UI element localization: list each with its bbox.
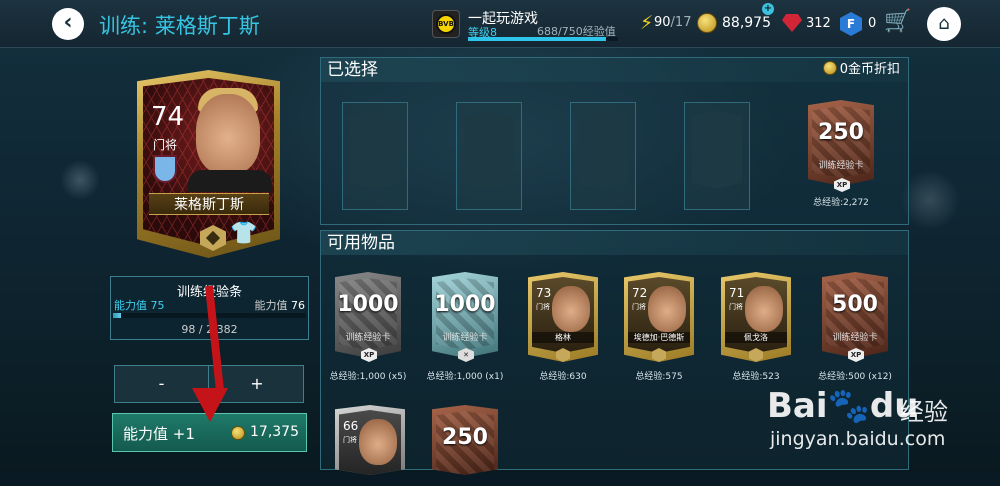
card-value: 500 [832, 292, 878, 317]
xp-card-item[interactable]: 1000 训练经验卡 [432, 272, 498, 358]
item-total-xp: 总经验:1,000 (x1) [426, 372, 504, 382]
empty-slot[interactable] [684, 102, 750, 210]
energy-current: 90 [654, 15, 671, 30]
player-face [648, 286, 686, 332]
player-shirt [188, 170, 272, 192]
card-rating: 73 [536, 286, 552, 300]
card-position: 门将 [729, 303, 743, 311]
coins-value: 88,975 [722, 15, 771, 31]
xp-bar [468, 37, 618, 41]
next-ability-value: 76 [291, 299, 305, 312]
discount-text: 0金币折扣 [839, 62, 900, 77]
next-ability-label: 能力值 [254, 299, 288, 312]
selected-title: 已选择 [327, 60, 378, 80]
player-portrait [196, 94, 260, 174]
card-value: 1000 [337, 292, 399, 317]
page-title: 训练: 莱格斯丁斯 [99, 14, 260, 38]
player-face [745, 286, 783, 332]
training-progress-fill [113, 313, 121, 318]
watermark-brand: Bai [767, 386, 828, 426]
player-face [552, 286, 590, 332]
annotation-arrow-head [192, 388, 228, 422]
points-value: 0 [868, 16, 877, 31]
card-name: 佩戈洛 [725, 332, 787, 343]
xp-card-item[interactable]: 500 训练经验卡 [822, 272, 888, 358]
empty-slot[interactable] [456, 102, 522, 210]
empty-slot[interactable] [342, 102, 408, 210]
player-name: 莱格斯丁斯 [149, 193, 269, 215]
item-total-xp: 总经验:575 [635, 372, 683, 382]
bvb-logo-icon: BVB [436, 14, 456, 34]
club-crest-icon [153, 155, 177, 183]
card-rating: 71 [729, 286, 745, 300]
kit-icon: 👕 [230, 221, 258, 246]
current-ability-value: 75 [150, 299, 165, 312]
watermark-logo: Bai🐾du [767, 386, 918, 426]
card-name: 格林 [532, 332, 594, 343]
selected-xp-card[interactable]: 250 训练经验卡 [808, 100, 874, 186]
xp-card-item[interactable]: 1000 训练经验卡 [335, 272, 401, 358]
add-coins-button[interactable]: + [762, 3, 774, 15]
item-total-xp: 总经验:1,000 (x5) [329, 372, 407, 382]
discount-label: 0金币折扣 [822, 61, 900, 79]
selected-header: 已选择 0金币折扣 [321, 58, 908, 82]
item-total-xp: 总经验:500 (x12) [818, 372, 892, 382]
watermark-url: jingyan.baidu.com [770, 428, 946, 450]
next-ability: 能力值 76 [255, 297, 306, 313]
gem-icon [782, 14, 802, 32]
card-value: 250 [442, 425, 488, 450]
selected-total-xp: 总经验:2,272 [813, 198, 869, 208]
card-label: 训练经验卡 [832, 333, 878, 343]
card-position: 门将 [536, 303, 550, 311]
card-value: 250 [818, 120, 864, 145]
item-total-xp: 总经验:630 [539, 372, 587, 382]
upgrade-label: 能力值 +1 [123, 425, 195, 443]
coin-icon [822, 61, 837, 75]
upgrade-cost: 17,375 [250, 424, 299, 440]
current-ability: 能力值 75 [114, 297, 165, 313]
xp-bar-fill [468, 37, 606, 41]
gems-value: 312 [806, 16, 831, 31]
coin-icon [697, 13, 717, 33]
card-rating: 66 [343, 419, 359, 433]
cart-icon[interactable]: 🛒 [884, 9, 911, 34]
card-label: 训练经验卡 [818, 161, 864, 171]
card-value: 1000 [434, 292, 496, 317]
current-ability-label: 能力值 [114, 299, 147, 312]
back-button[interactable]: ‹ [52, 8, 84, 40]
card-rating: 72 [632, 286, 648, 300]
empty-slot[interactable] [570, 102, 636, 210]
card-label: 训练经验卡 [442, 333, 488, 343]
energy-counter: 90/17 [654, 15, 691, 30]
home-button[interactable]: ⌂ [927, 7, 961, 41]
player-card-item[interactable]: 66 门将 [335, 405, 405, 475]
club-badge[interactable]: BVB [432, 10, 460, 38]
top-bar: ‹ 训练: 莱格斯丁斯 BVB 一起玩游戏 等级8 688/750经验值 ⚡ 9… [0, 0, 1000, 48]
player-face [359, 419, 397, 465]
xp-card-item[interactable]: 250 [432, 405, 498, 475]
watermark-paw-icon: 🐾 [827, 386, 870, 426]
available-header: 可用物品 [321, 231, 908, 255]
points-icon: F [840, 12, 862, 36]
coin-icon [231, 426, 245, 440]
card-position: 门将 [632, 303, 646, 311]
player-position: 门将 [153, 138, 178, 152]
card-position: 门将 [343, 436, 357, 444]
player-rating: 74 [151, 102, 185, 132]
card-label: 训练经验卡 [345, 333, 391, 343]
energy-max: /17 [670, 15, 692, 30]
card-name: 埃德加·巴德斯 [628, 332, 690, 343]
item-total-xp: 总经验:523 [732, 372, 780, 382]
energy-icon: ⚡ [640, 12, 654, 34]
watermark-cn: 经验 [900, 398, 948, 426]
